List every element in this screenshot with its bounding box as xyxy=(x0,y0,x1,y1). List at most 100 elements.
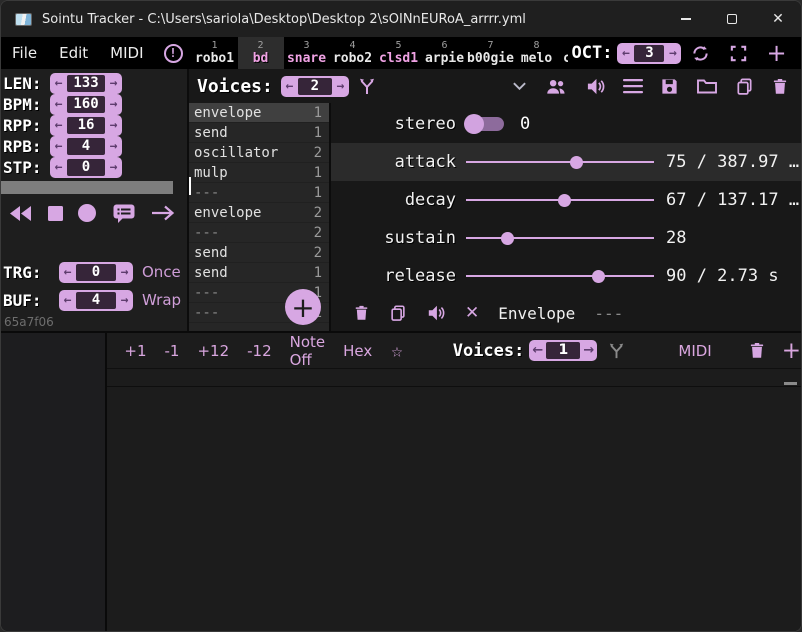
menu-edit[interactable]: Edit xyxy=(48,37,99,69)
rpb-stepper-decrement-icon[interactable]: ← xyxy=(50,136,67,157)
buf-mode[interactable]: Wrap xyxy=(142,291,181,309)
instrument-tab-clsd2[interactable]: 9clsd2 xyxy=(560,37,568,69)
rpp-stepper-decrement-icon[interactable]: ← xyxy=(50,115,67,136)
trg-stepper-decrement-icon[interactable]: ← xyxy=(59,262,76,283)
bpm-stepper[interactable]: ←160→ xyxy=(50,94,122,115)
transpose-up-1[interactable]: +1 xyxy=(124,342,146,360)
song-progress-bar[interactable] xyxy=(1,181,173,194)
buf-stepper[interactable]: ←4→ xyxy=(59,290,133,311)
transpose-up-12[interactable]: +12 xyxy=(197,342,229,360)
unit-list-item[interactable]: ---2 xyxy=(189,223,329,243)
voices-stepper-increment-icon[interactable]: → xyxy=(332,76,349,97)
close-button[interactable]: ✕ xyxy=(755,1,801,37)
octave-stepper[interactable]: ←3→ xyxy=(617,43,681,64)
slider-knob[interactable] xyxy=(592,270,605,283)
copy-unit-icon[interactable] xyxy=(389,304,407,322)
favorite-star-icon[interactable]: ☆ xyxy=(391,340,402,362)
slider-knob[interactable] xyxy=(570,156,583,169)
note-off-button[interactable]: Note Off xyxy=(290,333,326,369)
chevron-down-icon[interactable] xyxy=(512,81,527,91)
solo-speaker-icon[interactable] xyxy=(426,304,446,322)
buf-stepper-decrement-icon[interactable]: ← xyxy=(59,290,76,311)
refresh-icon[interactable] xyxy=(690,37,711,69)
speaker-icon[interactable] xyxy=(585,77,606,96)
bpm-stepper-decrement-icon[interactable]: ← xyxy=(50,94,67,115)
unit-list-item[interactable]: mulp1 xyxy=(189,163,329,183)
instrument-tab-bd[interactable]: 2bd xyxy=(238,37,284,69)
add-instrument-button[interactable]: + xyxy=(766,37,786,69)
toggle-knob[interactable] xyxy=(464,114,484,134)
close-icon[interactable]: ✕ xyxy=(465,303,479,323)
unit-comment-dropdown[interactable]: --- xyxy=(594,304,623,323)
instrument-tab-melo[interactable]: 8melo xyxy=(514,37,560,69)
unit-list-item[interactable]: send1 xyxy=(189,263,329,283)
transpose-down-1[interactable]: -1 xyxy=(165,342,180,360)
param-row-sustain[interactable]: sustain28 xyxy=(331,219,801,257)
param-row-attack[interactable]: attack75 / 387.97 … xyxy=(331,143,801,181)
trg-mode[interactable]: Once xyxy=(142,263,181,281)
instrument-tab-robo2[interactable]: 4robo2 xyxy=(330,37,376,69)
voices-stepper-decrement-icon[interactable]: ← xyxy=(281,76,298,97)
split-voices-icon[interactable] xyxy=(357,76,377,96)
unit-list-item[interactable]: envelope1 xyxy=(189,103,329,123)
release-slider[interactable] xyxy=(466,275,654,277)
add-track-button[interactable]: + xyxy=(782,341,801,361)
maximize-button[interactable] xyxy=(709,1,755,37)
polyphony-users-icon[interactable] xyxy=(544,77,568,96)
instrument-tab-arpie[interactable]: 6arpie xyxy=(422,37,468,69)
slider-knob[interactable] xyxy=(501,232,514,245)
rpb-stepper[interactable]: ←4→ xyxy=(50,136,122,157)
delete-track-icon[interactable] xyxy=(748,341,766,360)
comment-icon[interactable] xyxy=(112,202,136,224)
voices-stepper[interactable]: ←2→ xyxy=(281,76,349,97)
sustain-slider[interactable] xyxy=(466,237,654,239)
octave-stepper-increment-icon[interactable]: → xyxy=(664,43,681,64)
param-row-decay[interactable]: decay67 / 137.17 … xyxy=(331,181,801,219)
midi-button[interactable]: MIDI xyxy=(678,342,711,360)
unit-list-scrollbar[interactable] xyxy=(189,177,191,195)
stp-stepper-increment-icon[interactable]: → xyxy=(105,157,122,178)
instrument-tab-robo1[interactable]: 1robo1 xyxy=(192,37,238,69)
fullscreen-icon[interactable] xyxy=(729,37,748,69)
menu-midi[interactable]: MIDI xyxy=(99,37,154,69)
split-track-icon[interactable] xyxy=(607,341,626,360)
trg-stepper-increment-icon[interactable]: → xyxy=(116,262,133,283)
delete-instrument-icon[interactable] xyxy=(771,77,789,96)
stp-stepper[interactable]: ←0→ xyxy=(50,157,122,178)
stop-icon[interactable] xyxy=(48,206,63,221)
minimize-button[interactable] xyxy=(663,1,709,37)
octave-stepper-decrement-icon[interactable]: ← xyxy=(617,43,634,64)
stereo-toggle[interactable] xyxy=(466,117,504,131)
record-icon[interactable] xyxy=(78,204,96,222)
unit-list-item[interactable]: ---1 xyxy=(189,183,329,203)
menu-file[interactable]: File xyxy=(1,37,48,69)
unit-list-item[interactable]: envelope2 xyxy=(189,203,329,223)
hex-toggle[interactable]: Hex xyxy=(343,342,372,360)
param-row-release[interactable]: release90 / 2.73 s xyxy=(331,257,801,295)
copy-icon[interactable] xyxy=(735,77,754,96)
param-row-stereo[interactable]: stereo 0 xyxy=(331,105,801,143)
instrument-tab-snare[interactable]: 3snare xyxy=(284,37,330,69)
rewind-icon[interactable] xyxy=(9,206,32,221)
menu-icon[interactable] xyxy=(623,78,643,94)
len-stepper[interactable]: ←133→ xyxy=(50,73,122,94)
track-voices-stepper[interactable]: ←1→ xyxy=(529,340,597,361)
pattern-scrollbar[interactable] xyxy=(784,382,797,385)
delete-unit-icon[interactable] xyxy=(353,304,370,322)
slider-knob[interactable] xyxy=(558,194,571,207)
len-stepper-increment-icon[interactable]: → xyxy=(105,73,122,94)
stp-stepper-decrement-icon[interactable]: ← xyxy=(50,157,67,178)
attack-slider[interactable] xyxy=(466,161,654,163)
transpose-down-12[interactable]: -12 xyxy=(247,342,272,360)
alert-icon[interactable]: ! xyxy=(164,44,183,63)
rpp-stepper-increment-icon[interactable]: → xyxy=(105,115,122,136)
track-voices-stepper-decrement-icon[interactable]: ← xyxy=(529,340,546,361)
trg-stepper[interactable]: ←0→ xyxy=(59,262,133,283)
unit-list-item[interactable]: oscillator2 xyxy=(189,143,329,163)
decay-slider[interactable] xyxy=(466,199,654,201)
track-voices-stepper-increment-icon[interactable]: → xyxy=(580,340,597,361)
rpp-stepper[interactable]: ←16→ xyxy=(50,115,122,136)
bpm-stepper-increment-icon[interactable]: → xyxy=(105,94,122,115)
instrument-tab-b00gie[interactable]: 7b00gie xyxy=(468,37,514,69)
buf-stepper-increment-icon[interactable]: → xyxy=(116,290,133,311)
